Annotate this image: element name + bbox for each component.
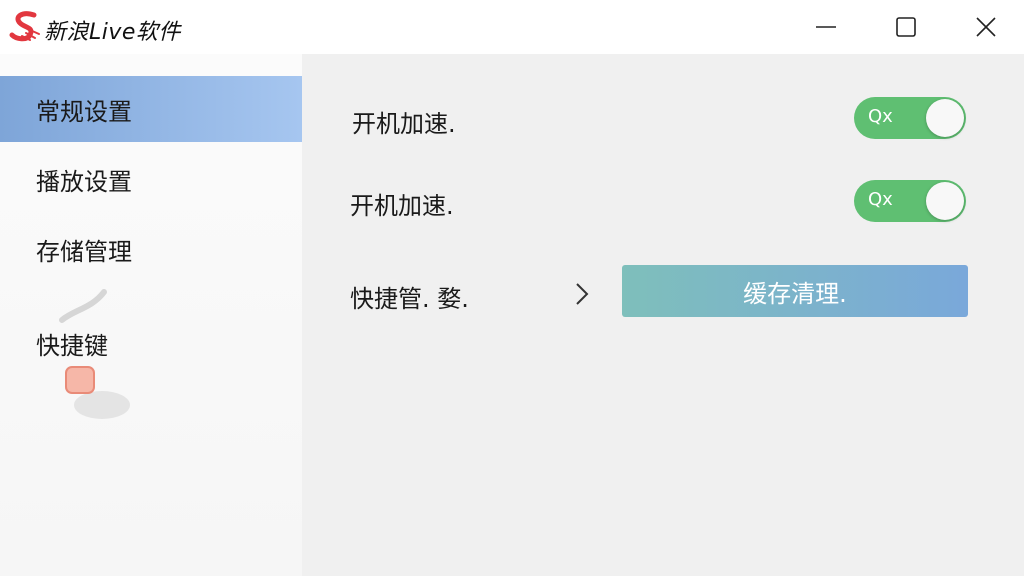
sina-logo-icon: [9, 11, 40, 42]
chevron-right-icon[interactable]: [570, 280, 594, 308]
close-button[interactable]: [946, 0, 1024, 54]
boot-speedup-label: 开机加速.: [352, 110, 456, 138]
clear-cache-button[interactable]: 缓存清理.: [622, 265, 968, 317]
toggle-knob: [926, 182, 964, 220]
minimize-icon: [816, 26, 836, 28]
settings-panel: 开机加速. Qx 开机加速. Qx 快捷管. 婺. 缓存清理.: [302, 54, 1024, 576]
boot-speedup-label-2: 开机加速.: [350, 192, 454, 220]
maximize-button[interactable]: [866, 0, 946, 54]
app-title: 新浪Live软件: [44, 20, 181, 45]
toggle-text: Qx: [868, 106, 893, 127]
sidebar-item-label: 播放设置: [36, 167, 132, 196]
shortcut-manage-label: 快捷管. 婺.: [350, 285, 469, 313]
boot-speedup-toggle-2[interactable]: Qx: [854, 180, 966, 222]
maximize-icon: [896, 17, 916, 37]
sidebar-item-label: 常规设置: [36, 97, 132, 126]
sidebar-item-playback-settings[interactable]: 播放设置: [0, 146, 302, 212]
sidebar-item-label: 快捷键: [36, 331, 108, 360]
close-icon: [976, 17, 996, 37]
sidebar-item-label: 存储管理: [36, 237, 132, 266]
sidebar-item-shortcuts[interactable]: 快捷键: [0, 310, 302, 376]
boot-speedup-toggle[interactable]: Qx: [854, 97, 966, 139]
toggle-knob: [926, 99, 964, 137]
minimize-button[interactable]: [786, 0, 866, 54]
sidebar-item-general-settings[interactable]: 常规设置: [0, 76, 302, 142]
sidebar: 常规设置 播放设置 存储管理 快捷键: [0, 54, 302, 576]
title-bar: 新浪Live软件: [0, 0, 1024, 54]
sidebar-item-storage-management[interactable]: 存储管理: [0, 216, 302, 282]
toggle-text: Qx: [868, 189, 893, 210]
